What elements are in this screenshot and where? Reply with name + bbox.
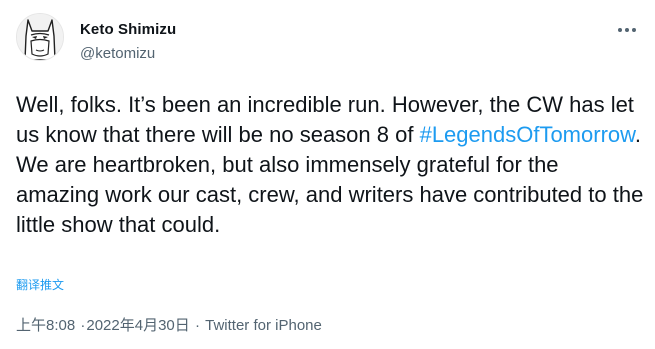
batman-cartoon-avatar-icon [17, 14, 63, 60]
author-name[interactable]: Keto Shimizu [80, 21, 176, 38]
meta-separator: · [194, 317, 200, 334]
more-options-button[interactable] [614, 20, 640, 40]
tweet-metadata: 上午8:08 ·2022年4月30日 · Twitter for iPhone [16, 314, 322, 335]
meta-separator: · [80, 317, 86, 334]
more-horizontal-icon [618, 28, 636, 32]
tweet-text: Well, folks. It’s been an incredible run… [16, 90, 646, 240]
tweet-time[interactable]: 上午8:08 [16, 317, 75, 334]
hashtag-link[interactable]: #LegendsOfTomorrow [420, 122, 635, 147]
author-handle[interactable]: @ketomizu [80, 45, 155, 62]
translate-tweet-link[interactable]: 翻译推文 [16, 276, 64, 293]
tweet-date[interactable]: 2022年4月30日 [86, 317, 189, 334]
tweet-card: Keto Shimizu @ketomizu Well, folks. It’s… [0, 0, 655, 349]
tweet-source[interactable]: Twitter for iPhone [205, 317, 322, 334]
avatar[interactable] [16, 13, 64, 61]
